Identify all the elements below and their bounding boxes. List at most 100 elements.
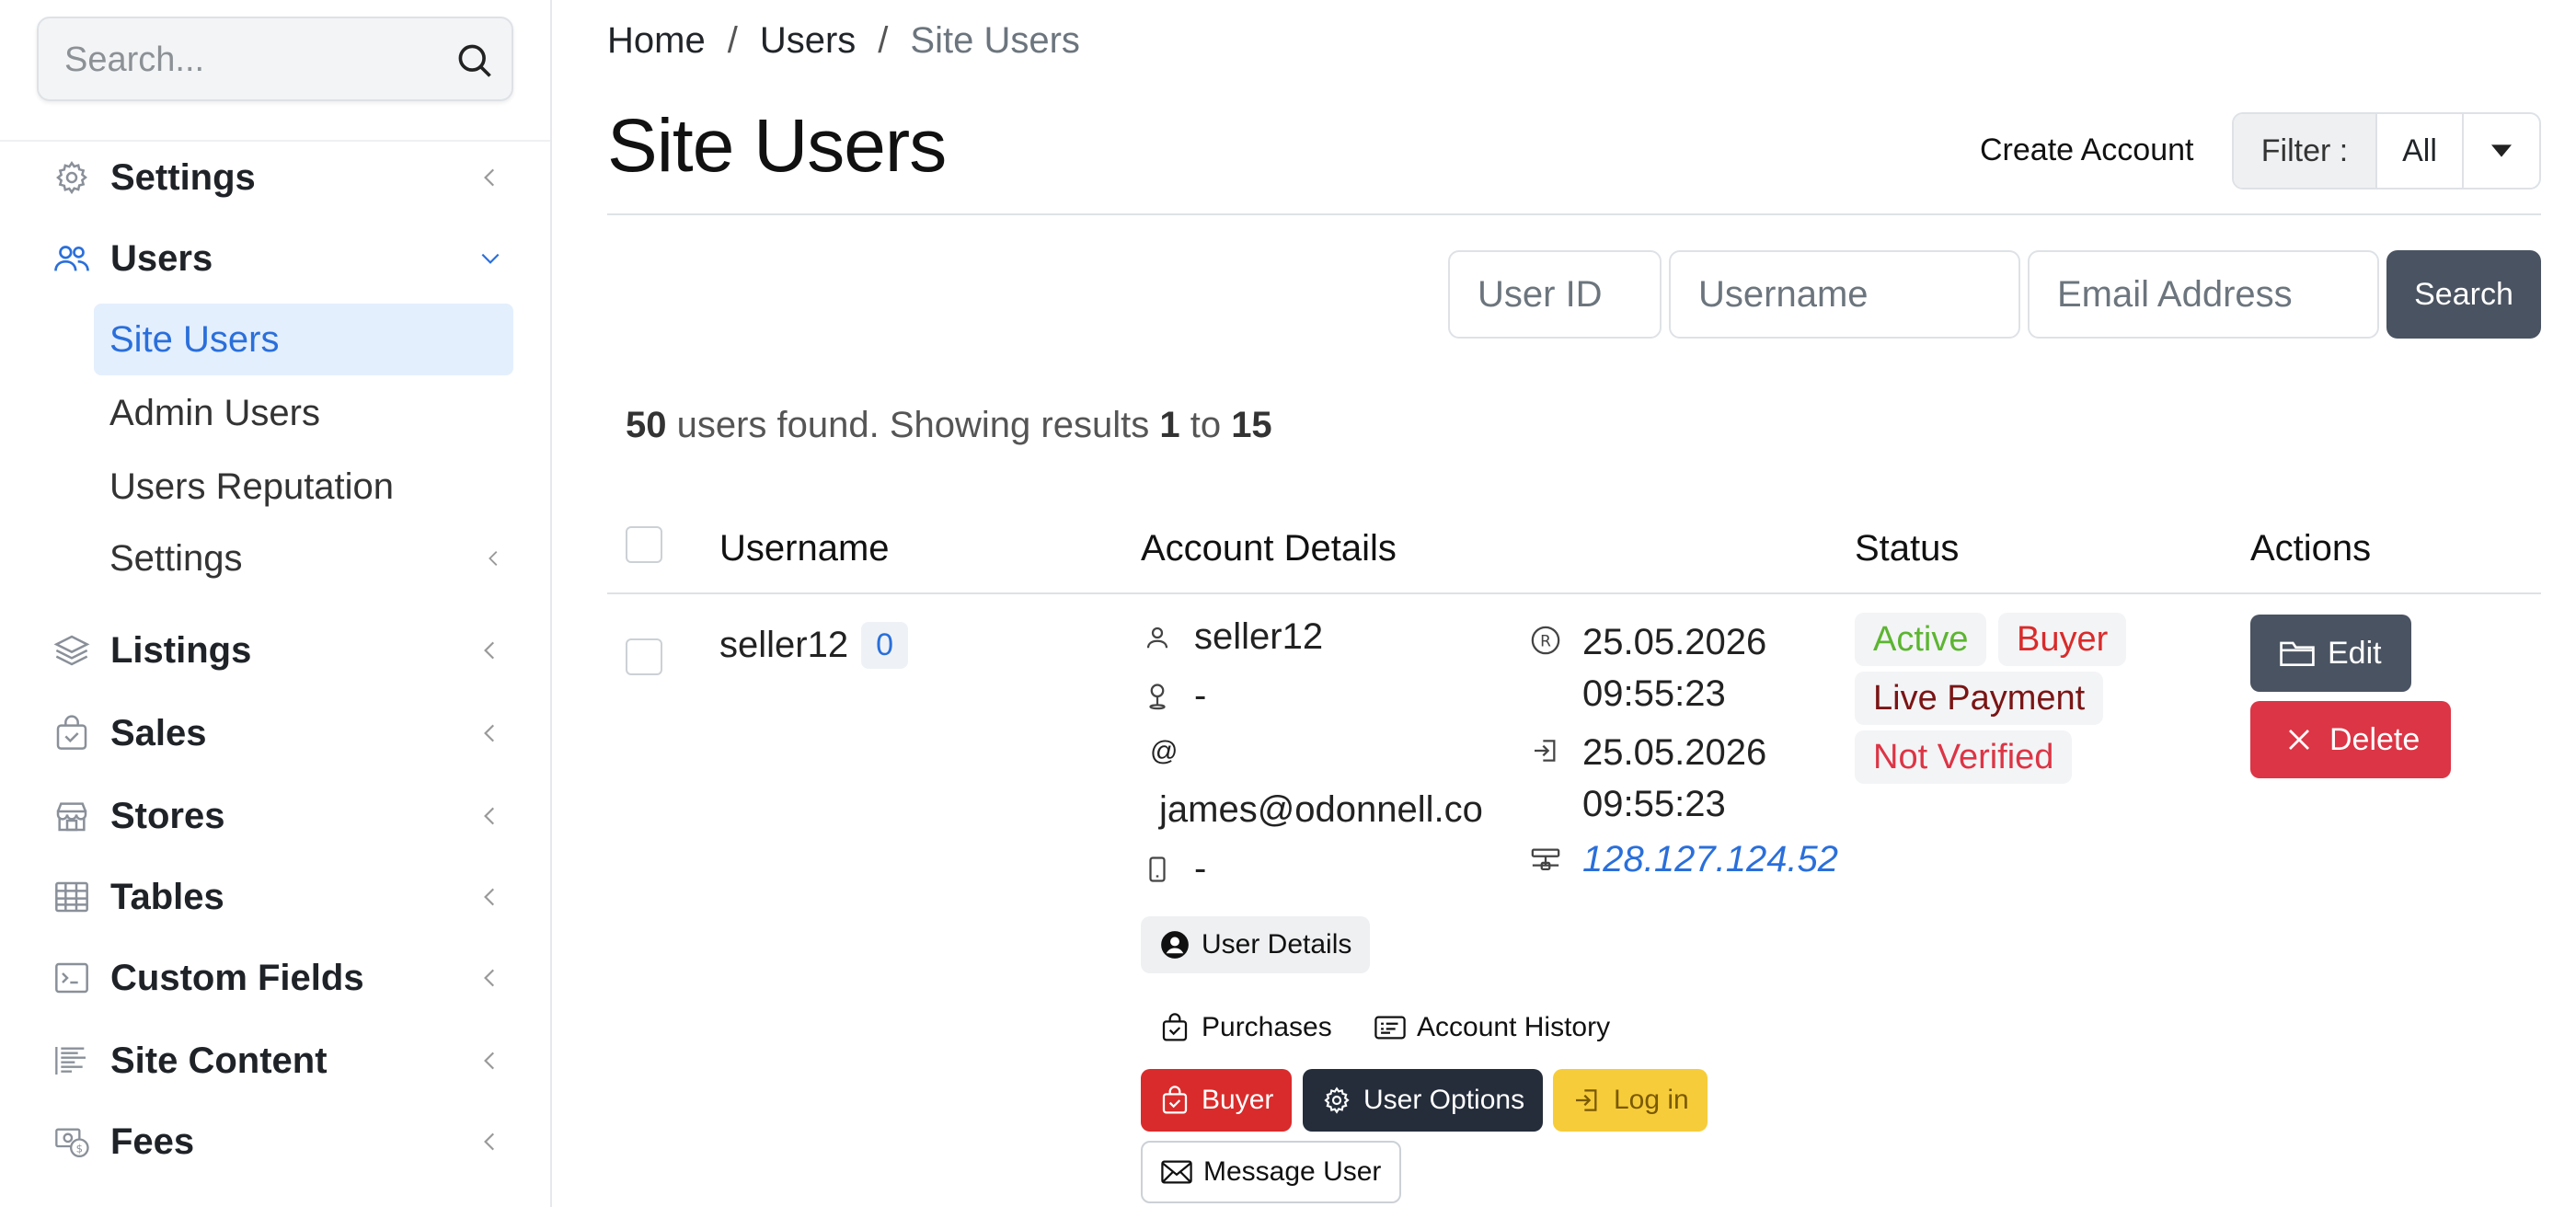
column-header-status[interactable]: Status [1855,528,1959,569]
filter-dropdown[interactable]: Filter : All [2232,112,2541,190]
account-history-button[interactable]: Account History [1356,999,1628,1056]
user-circle-icon [1159,929,1190,960]
row-checkbox[interactable] [626,638,662,675]
user-id-input[interactable] [1448,250,1662,339]
sidebar-subitem-label: Site Users [109,318,280,360]
filter-value[interactable]: All [2377,114,2464,188]
breadcrumb-home[interactable]: Home [607,20,706,62]
breadcrumb-separator: / [878,20,889,61]
detail-location: - [1141,675,1206,717]
phone-icon [1141,853,1174,886]
results-to-text: to [1179,405,1232,445]
chevron-left-icon [484,168,495,187]
sidebar-item-stores[interactable]: Stores [52,784,512,848]
sidebar-search-input[interactable] [64,35,432,85]
sidebar-item-label: Settings [110,156,256,198]
last-login-time: 09:55:23 [1582,784,1726,824]
breadcrumb-separator: / [727,20,738,61]
users-icon [52,238,92,279]
search-icon[interactable] [454,40,495,81]
username-input[interactable] [1669,250,2020,339]
svg-text:R: R [1540,632,1551,650]
sidebar-item-fees[interactable]: $ Fees [52,1109,512,1174]
results-summary: 50 users found. Showing results 1 to 15 [626,405,1272,446]
sidebar-item-label: Fees [110,1121,195,1162]
user-details-label: User Details [1202,929,1352,960]
envelope-icon [1161,1156,1192,1188]
detail-ip: 128.127.124.52 [1529,839,1838,880]
user-options-button[interactable]: User Options [1303,1069,1544,1132]
results-to: 15 [1231,405,1272,445]
delete-button[interactable]: Delete [2250,701,2452,778]
detail-location-value: - [1194,675,1207,716]
status-badge-buyer: Buyer [1998,613,2127,666]
sidebar-subitem-users-reputation[interactable]: Users Reputation [94,451,513,523]
sidebar-subitem-label: Settings [109,537,243,579]
store-icon [52,796,92,836]
edit-button[interactable]: Edit [2250,615,2411,692]
sidebar-subitem-admin-users[interactable]: Admin Users [94,377,513,449]
chevron-left-icon [484,807,495,825]
sidebar-item-users[interactable]: Users [52,226,512,291]
column-header-account-details: Account Details [1141,528,1397,569]
log-in-button[interactable]: Log in [1553,1069,1708,1132]
sidebar-item-custom-fields[interactable]: Custom Fields [52,946,512,1010]
chevron-left-icon [484,1052,495,1070]
chevron-left-icon [489,551,498,566]
sidebar-subitem-site-users[interactable]: Site Users [94,304,513,375]
sidebar-item-label: Sales [110,712,207,753]
login-icon [1529,734,1562,767]
detail-registered: R 25.05.2026 09:55:23 [1529,616,1766,719]
chevron-left-icon [484,969,495,987]
delete-label: Delete [2329,721,2421,757]
folder-icon [2280,636,2315,671]
chevron-left-icon [484,641,495,660]
sidebar-item-site-content[interactable]: Site Content [52,1029,512,1093]
select-all-checkbox[interactable] [626,526,662,563]
detail-last-login-value: 25.05.2026 09:55:23 [1582,727,1766,830]
sidebar-item-sales[interactable]: Sales [52,701,512,765]
shopping-bag-icon [52,713,92,753]
sidebar-item-settings[interactable]: Settings [52,145,512,210]
sidebar-subitem-label: Users Reputation [109,466,395,507]
user-options-label: User Options [1363,1085,1525,1115]
sidebar-divider [0,140,550,142]
card-list-icon [1374,1012,1406,1043]
cash-icon: $ [52,1121,92,1162]
sidebar-subitem-label: Admin Users [109,392,320,433]
column-header-username[interactable]: Username [719,528,890,569]
sidebar-item-tables[interactable]: Tables [52,865,512,929]
table-icon [52,877,92,917]
user-details-button[interactable]: User Details [1141,916,1371,973]
edit-label: Edit [2328,635,2382,671]
buyer-button[interactable]: Buyer [1141,1069,1293,1132]
chevron-left-icon [484,1132,495,1151]
map-pin-icon [1141,680,1174,713]
breadcrumb: Home / Users / Site Users [607,20,1080,62]
sidebar-item-listings[interactable]: Listings [52,618,512,683]
sidebar-item-label: Custom Fields [110,957,364,998]
layers-icon [52,630,92,671]
caret-down-icon[interactable] [2464,114,2539,188]
create-account-link[interactable]: Create Account [1980,132,2193,168]
purchases-label: Purchases [1202,1012,1332,1042]
page-title: Site Users [607,104,947,188]
text-icon [52,1040,92,1081]
purchases-button[interactable]: Purchases [1141,999,1351,1056]
chevron-left-icon [484,888,495,906]
log-in-label: Log in [1614,1085,1689,1115]
breadcrumb-users[interactable]: Users [760,20,856,62]
registered-date: 25.05.2026 [1582,622,1767,662]
terminal-icon [52,958,92,998]
sidebar-item-label: Tables [110,876,224,917]
detail-email-value: james@odonnell.co [1159,789,1483,830]
sidebar-subitem-settings[interactable]: Settings [94,523,513,594]
network-icon [1529,844,1562,877]
message-user-button[interactable]: Message User [1141,1141,1402,1203]
ip-address-link[interactable]: 128.127.124.52 [1582,839,1838,880]
search-button[interactable]: Search [2386,250,2541,339]
email-address-input[interactable] [2028,250,2379,339]
username-text[interactable]: seller12 [719,625,848,666]
detail-username: seller12 [1141,616,1323,658]
registered-time: 09:55:23 [1582,673,1726,714]
